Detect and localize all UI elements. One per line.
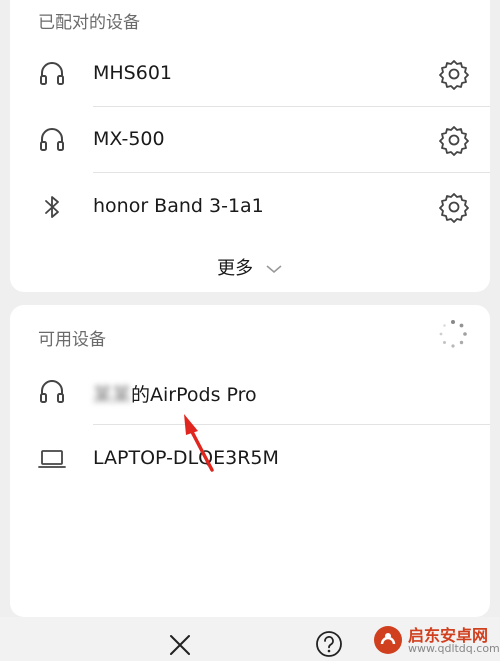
headphones-icon	[40, 62, 64, 85]
help-icon[interactable]	[314, 629, 344, 659]
available-device-row-laptop[interactable]: LAPTOP-DLQE3R5M	[10, 426, 490, 492]
watermark-url: www.qdltdq.com	[408, 642, 500, 655]
available-devices-title: 可用设备	[38, 330, 106, 350]
chevron-down-icon	[266, 265, 282, 274]
paired-devices-section: 已配对的设备 MHS601 MX-500 honor Band 3-1a1 更多	[10, 0, 490, 292]
paired-device-name: MHS601	[93, 62, 173, 84]
headphones-icon	[40, 128, 64, 151]
laptop-icon	[38, 450, 66, 468]
gear-icon[interactable]	[438, 124, 470, 156]
available-device-row-airpods[interactable]: 某某的AirPods Pro	[10, 359, 490, 425]
headphones-icon	[40, 380, 64, 403]
more-label: 更多	[217, 258, 254, 279]
blurred-owner-name: 某某	[93, 384, 132, 406]
device-model-name: 的AirPods Pro	[131, 384, 257, 406]
loading-spinner-icon	[439, 320, 467, 348]
paired-devices-title: 已配对的设备	[38, 13, 140, 33]
row-divider	[93, 172, 490, 173]
paired-device-name: MX-500	[93, 128, 165, 150]
paired-device-row-mx500[interactable]: MX-500	[10, 107, 490, 173]
available-device-name: 某某的AirPods Pro	[93, 380, 257, 407]
more-button[interactable]: 更多	[10, 254, 490, 280]
watermark-logo-icon	[374, 626, 402, 654]
row-divider	[93, 424, 490, 425]
close-icon[interactable]	[166, 631, 194, 659]
gear-icon[interactable]	[438, 191, 470, 223]
available-device-name: LAPTOP-DLQE3R5M	[93, 447, 279, 469]
gear-icon[interactable]	[438, 58, 470, 90]
site-watermark: 启东安卓网 www.qdltdq.com	[372, 620, 500, 661]
paired-device-row-honor-band[interactable]: honor Band 3-1a1	[10, 174, 490, 240]
bluetooth-icon	[45, 196, 59, 218]
paired-device-row-mhs601[interactable]: MHS601	[10, 41, 490, 107]
paired-device-name: honor Band 3-1a1	[93, 195, 264, 217]
available-devices-section: 可用设备 某某的AirPods Pro LAPTOP-DLQE3R5M	[10, 305, 490, 617]
